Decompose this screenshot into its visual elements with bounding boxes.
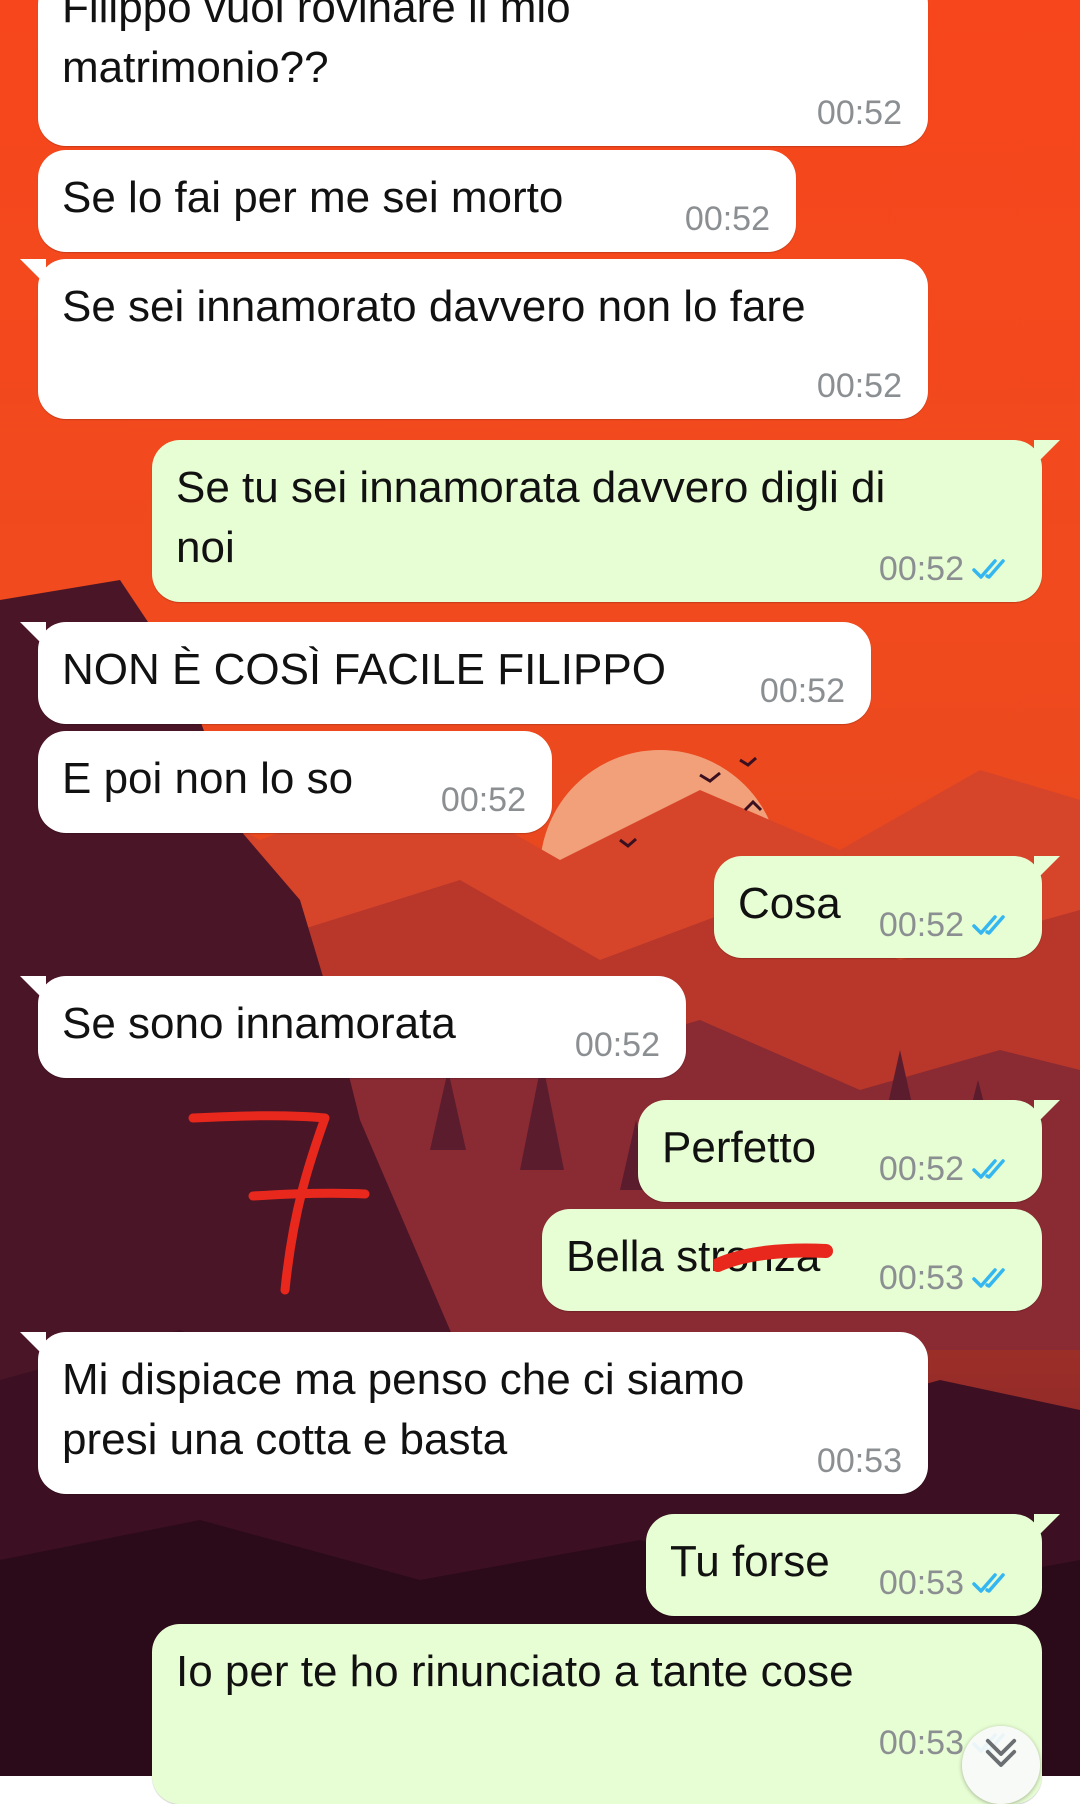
message-bubble-incoming[interactable]: E poi non lo so 00:52 [38,731,552,833]
double-chevron-down-icon [985,1738,1017,1767]
bubble-tail [1034,856,1060,882]
message-bubble-outgoing[interactable]: Bella stronza 00:53 [542,1209,1042,1311]
message-time: 00:52 [878,906,964,944]
double-check-read-icon [972,1268,1005,1288]
message-time: 00:52 [440,781,526,819]
double-check-read-icon [972,559,1005,579]
message-text: Filippo vuoi rovinare il mio matrimonio?… [62,0,571,92]
message-meta: 00:52 [879,1152,1016,1186]
message-bubble-incoming[interactable]: Se sono innamorata 00:52 [20,976,686,1078]
message-meta: 00:52 [879,552,1016,586]
message-time: 00:52 [816,367,902,405]
message-bubble-incoming[interactable]: Mi dispiace ma penso che ci siamo presi … [20,1332,928,1494]
message-bubble-outgoing[interactable]: Perfetto 00:52 [638,1100,1060,1202]
message-time: 00:53 [816,1442,902,1480]
message-bubble-outgoing[interactable]: Io per te ho rinunciato a tante cose 00:… [152,1624,1042,1804]
message-time: 00:52 [816,94,902,132]
message-meta: 00:53 [879,1261,1016,1295]
message-time: 00:52 [878,1150,964,1188]
message-text: Se sono innamorata [62,999,456,1048]
message-text: Se sei innamorato davvero non lo fare [62,282,806,331]
message-time: 00:53 [878,1259,964,1297]
message-bubble-incoming[interactable]: Se lo fai per me sei morto 00:52 [38,150,796,252]
chat-conversation[interactable]: Filippo vuoi rovinare il mio matrimonio?… [0,0,1080,1804]
message-bubble-outgoing[interactable]: Se tu sei innamorata davvero digli di no… [152,440,1060,602]
bubble-tail [20,622,46,648]
message-meta: 00:52 [441,783,526,817]
bubble-tail [1034,440,1060,466]
message-text: Mi dispiace ma penso che ci siamo presi … [62,1355,745,1464]
message-meta: 00:52 [575,1028,660,1062]
bubble-tail [20,976,46,1002]
message-text: Se lo fai per me sei morto [62,173,564,222]
message-meta: 00:53 [879,1566,1016,1600]
scroll-to-bottom-button[interactable] [962,1726,1040,1804]
message-meta: 00:52 [760,674,845,708]
message-bubble-incoming[interactable]: Se sei innamorato davvero non lo fare 00… [20,259,928,419]
message-text: Io per te ho rinunciato a tante cose [176,1647,854,1696]
message-bubble-incoming[interactable]: Filippo vuoi rovinare il mio matrimonio?… [38,0,928,146]
bubble-tail [1034,1100,1060,1126]
bubble-tail [1034,1514,1060,1540]
bubble-tail [20,1332,46,1358]
message-text: NON È COSÌ FACILE FILIPPO [62,645,666,694]
message-time: 00:52 [574,1026,660,1064]
handwritten-seven-annotation [185,1110,375,1300]
message-meta: 00:52 [817,96,902,130]
message-time: 00:52 [878,550,964,588]
message-time: 00:53 [878,1724,964,1762]
bubble-tail [20,259,46,285]
message-bubble-outgoing[interactable]: Cosa 00:52 [714,856,1060,958]
message-meta: 00:52 [685,202,770,236]
message-time: 00:52 [684,200,770,238]
message-time: 00:52 [759,672,845,710]
double-check-read-icon [972,1159,1005,1179]
message-meta: 00:52 [879,908,1016,942]
message-bubble-outgoing[interactable]: Tu forse 00:53 [646,1514,1060,1616]
double-check-read-icon [972,1573,1005,1593]
redaction-scribble [714,1243,833,1272]
message-meta: 00:52 [817,369,902,403]
message-time: 00:53 [878,1564,964,1602]
double-check-read-icon [972,915,1005,935]
message-meta: 00:53 [817,1444,902,1478]
message-bubble-incoming[interactable]: NON È COSÌ FACILE FILIPPO 00:52 [20,622,871,724]
